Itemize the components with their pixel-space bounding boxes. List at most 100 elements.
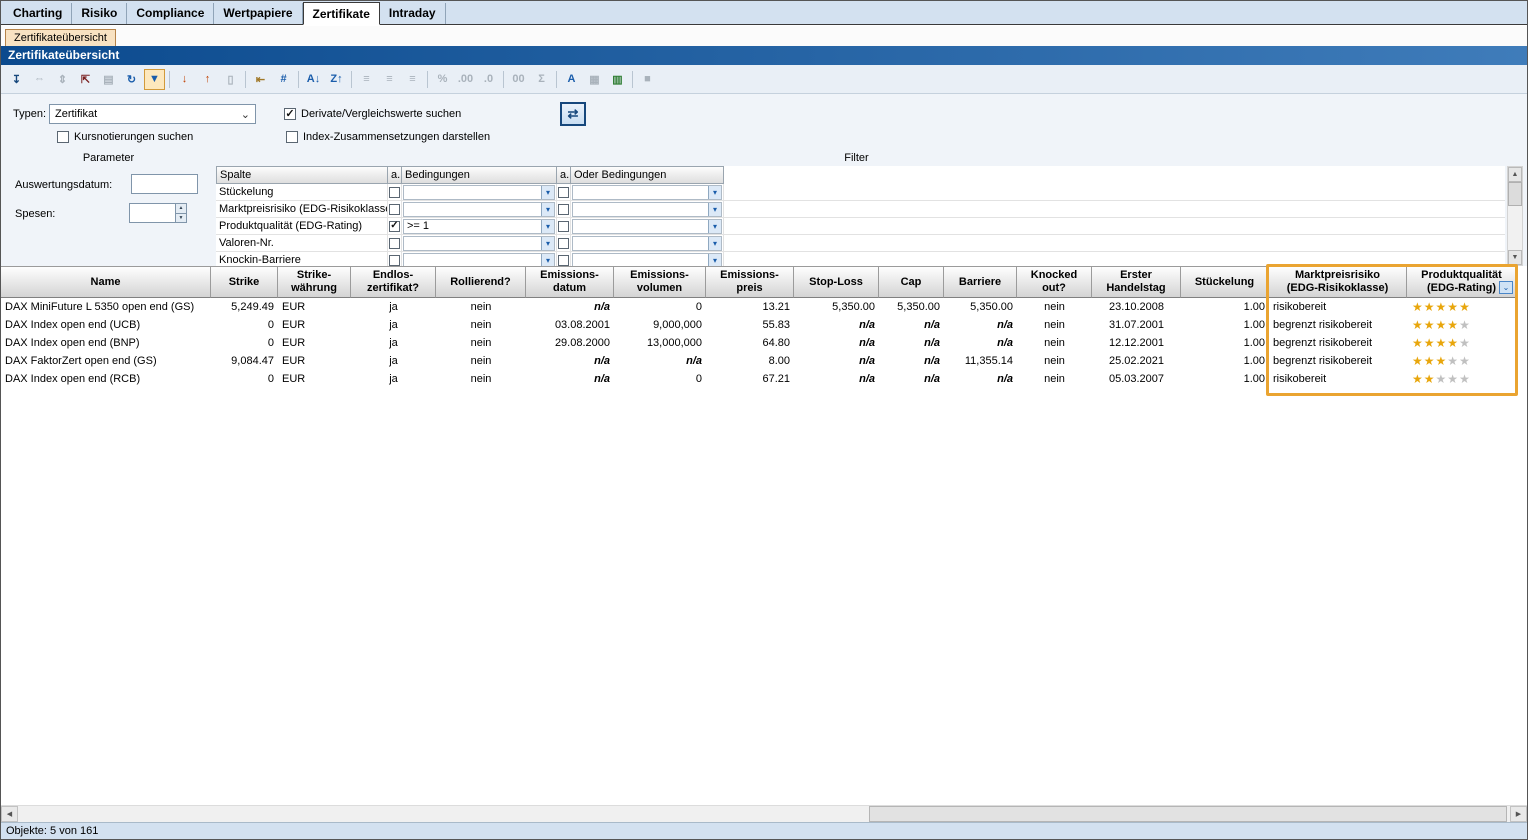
filter-active-checkbox[interactable]: ✓ <box>389 221 400 232</box>
filter-or-active-checkbox[interactable] <box>558 238 569 249</box>
column-header-6[interactable]: Emissions- datum <box>526 266 614 298</box>
column-header-13[interactable]: Erster Handelstag <box>1092 266 1181 298</box>
sort-descending-icon[interactable]: Z↑ <box>326 69 347 90</box>
filter-condition-combo[interactable]: ▾ <box>403 236 555 251</box>
import-icon[interactable]: ↧ <box>6 69 27 90</box>
cell: DAX Index open end (RCB) <box>1 370 211 388</box>
spin-down-icon[interactable]: ▼ <box>176 213 186 223</box>
filter-active-checkbox[interactable] <box>389 255 400 266</box>
checkbox-icon[interactable] <box>57 131 69 143</box>
dropdown-arrow-icon[interactable]: ▾ <box>708 237 721 250</box>
filter-row: Valoren-Nr.▾▾ <box>216 235 1505 252</box>
subtab-zertifikateuebersicht[interactable]: Zertifikateübersicht <box>5 29 116 46</box>
table-row[interactable]: DAX FaktorZert open end (GS)9,084.47EURj… <box>1 352 1527 370</box>
insert-column-up-icon[interactable]: ↑ <box>197 69 218 90</box>
export-window-icon[interactable]: ⇱ <box>75 69 96 90</box>
chart-icon[interactable]: ▥ <box>607 69 628 90</box>
tab-compliance[interactable]: Compliance <box>127 3 214 24</box>
filter-or-active-checkbox[interactable] <box>558 255 569 266</box>
filter-or-condition-combo[interactable]: ▾ <box>572 219 722 234</box>
column-header-9[interactable]: Stop-Loss <box>794 266 879 298</box>
sort-ascending-icon[interactable]: A↓ <box>303 69 324 90</box>
index-zusammensetzungen-checkbox[interactable]: Index-Zusammensetzungen darstellen <box>286 130 490 144</box>
spesen-input[interactable] <box>130 204 175 222</box>
checkbox-icon[interactable]: ✓ <box>284 108 296 120</box>
column-header-12[interactable]: Knocked out? <box>1017 266 1092 298</box>
column-filter-dropdown-icon[interactable]: ⌄ <box>1499 281 1513 294</box>
table-row[interactable]: DAX Index open end (BNP)0EURjanein29.08.… <box>1 334 1527 352</box>
tab-zertifikate[interactable]: Zertifikate <box>303 2 380 25</box>
numbering-icon[interactable]: # <box>273 69 294 90</box>
filter-or-active-checkbox[interactable] <box>558 204 569 215</box>
filter-or-condition-combo[interactable]: ▾ <box>572 253 722 267</box>
filter-vertical-scrollbar[interactable]: ▲ ▼ <box>1507 166 1523 266</box>
filter-condition-combo[interactable]: ▾ <box>403 253 555 267</box>
filter-or-condition-combo[interactable]: ▾ <box>572 236 722 251</box>
filter-active-checkbox[interactable] <box>389 204 400 215</box>
dropdown-arrow-icon[interactable]: ▾ <box>541 186 554 199</box>
filter-condition-combo[interactable]: >= 1▾ <box>403 219 555 234</box>
search-refresh-button[interactable]: ⇄ <box>560 102 586 126</box>
dropdown-arrow-icon[interactable]: ▾ <box>708 203 721 216</box>
dropdown-arrow-icon[interactable]: ▾ <box>708 186 721 199</box>
insert-column-down-icon[interactable]: ↓ <box>174 69 195 90</box>
filter-icon[interactable]: ▼ <box>144 69 165 90</box>
kursnotierungen-checkbox[interactable]: Kursnotierungen suchen <box>57 130 193 144</box>
refresh-icon[interactable]: ↻ <box>121 69 142 90</box>
scroll-right-icon[interactable]: ▶ <box>1510 806 1527 822</box>
horizontal-scrollbar[interactable]: ◀ ▶ <box>1 805 1527 822</box>
checkbox-icon[interactable] <box>286 131 298 143</box>
dropdown-arrow-icon[interactable]: ▾ <box>541 220 554 233</box>
filter-condition-combo[interactable]: ▾ <box>403 202 555 217</box>
column-header-11[interactable]: Barriere <box>944 266 1017 298</box>
column-header-1[interactable]: Name <box>1 266 211 298</box>
typen-select[interactable]: Zertifikat ⌄ <box>49 104 256 124</box>
cell: 5,350.00 <box>794 298 879 316</box>
table-row[interactable]: DAX Index open end (RCB)0EURjaneinn/a067… <box>1 370 1527 388</box>
derivate-vergleichswerte-checkbox[interactable]: ✓Derivate/Vergleichswerte suchen <box>284 107 461 121</box>
filter-condition-combo[interactable]: ▾ <box>403 185 555 200</box>
filter-or-condition-combo[interactable]: ▾ <box>572 202 722 217</box>
column-header-5[interactable]: Rollierend? <box>436 266 526 298</box>
dropdown-arrow-icon[interactable]: ▾ <box>541 237 554 250</box>
dropdown-arrow-icon[interactable]: ▾ <box>541 254 554 267</box>
tab-charting[interactable]: Charting <box>4 3 72 24</box>
cell: 0 <box>211 370 278 388</box>
column-header-15[interactable]: Marktpreisrisiko (EDG-Risikoklasse) <box>1269 266 1407 298</box>
scroll-left-icon[interactable]: ◀ <box>1 806 18 822</box>
dropdown-arrow-icon[interactable]: ▾ <box>708 254 721 267</box>
font-icon[interactable]: A <box>561 69 582 90</box>
dropdown-arrow-icon[interactable]: ▾ <box>541 203 554 216</box>
status-bar: Objekte: 5 von 161 <box>1 822 1527 839</box>
filter-active-checkbox[interactable] <box>389 238 400 249</box>
column-header-4[interactable]: Endlos- zertifikat? <box>351 266 436 298</box>
filter-or-active-checkbox[interactable] <box>558 187 569 198</box>
table-row[interactable]: DAX MiniFuture L 5350 open end (GS)5,249… <box>1 298 1527 316</box>
filter-active-checkbox[interactable] <box>389 187 400 198</box>
tab-risiko[interactable]: Risiko <box>72 3 127 24</box>
dropdown-arrow-icon[interactable]: ▾ <box>708 220 721 233</box>
column-header-10[interactable]: Cap <box>879 266 944 298</box>
cell: n/a <box>879 352 944 370</box>
scrollbar-thumb[interactable] <box>1508 182 1522 206</box>
filter-or-condition-combo[interactable]: ▾ <box>572 185 722 200</box>
scrollbar-thumb[interactable] <box>869 806 1507 822</box>
column-header-3[interactable]: Strike- währung <box>278 266 351 298</box>
auswertungsdatum-input[interactable] <box>131 174 198 194</box>
filter-or-active-checkbox[interactable] <box>558 221 569 232</box>
column-width-icon[interactable]: ⇤ <box>250 69 271 90</box>
table-row[interactable]: DAX Index open end (UCB)0EURjanein03.08.… <box>1 316 1527 334</box>
column-header-2[interactable]: Strike <box>211 266 278 298</box>
tab-wertpapiere[interactable]: Wertpapiere <box>214 3 302 24</box>
column-header-8[interactable]: Emissions- preis <box>706 266 794 298</box>
tab-intraday[interactable]: Intraday <box>380 3 446 24</box>
column-header-14[interactable]: Stückelung <box>1181 266 1269 298</box>
cell: EUR <box>278 352 351 370</box>
spin-up-icon[interactable]: ▲ <box>176 204 186 213</box>
scroll-down-icon[interactable]: ▼ <box>1508 250 1522 265</box>
scroll-up-icon[interactable]: ▲ <box>1508 167 1522 182</box>
column-header-7[interactable]: Emissions- volumen <box>614 266 706 298</box>
table-header-row: NameStrikeStrike- währungEndlos- zertifi… <box>1 266 1527 298</box>
filter-column-header: a.. <box>388 166 402 184</box>
column-header-16[interactable]: Produktqualität (EDG-Rating)⌄ <box>1407 266 1517 298</box>
